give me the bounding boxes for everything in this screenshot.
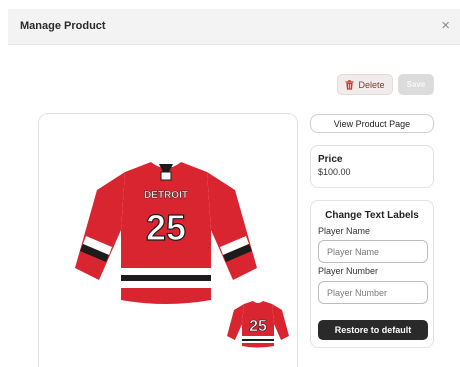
jersey-back-number-text: 25 <box>249 318 267 335</box>
price-label: Price <box>318 154 343 165</box>
view-product-page-button[interactable]: View Product Page <box>310 114 434 133</box>
close-icon[interactable]: × <box>441 17 450 35</box>
jersey-image: DETROIT 25 <box>75 158 257 304</box>
jersey-number-text: 25 <box>146 207 186 248</box>
change-text-labels-card: Change Text Labels Player Name Player Nu… <box>310 200 434 348</box>
player-number-input[interactable] <box>318 281 428 304</box>
delete-button[interactable]: Delete <box>337 74 393 95</box>
player-name-input[interactable] <box>318 240 428 263</box>
jersey-team-text: DETROIT <box>144 190 188 201</box>
modal-header: Manage Product × <box>8 9 460 45</box>
price-value: $100.00 <box>318 167 351 177</box>
player-name-label: Player Name <box>318 226 371 236</box>
restore-default-button[interactable]: Restore to default <box>318 320 428 340</box>
delete-label: Delete <box>358 79 385 90</box>
jersey-back-thumbnail: 25 <box>227 301 289 348</box>
trash-icon <box>345 79 355 90</box>
change-text-labels-heading: Change Text Labels <box>325 210 419 221</box>
player-number-label: Player Number <box>318 266 379 276</box>
modal-title: Manage Product <box>20 20 106 32</box>
price-card: Price $100.00 <box>310 145 434 188</box>
save-button[interactable]: Save <box>398 74 434 95</box>
